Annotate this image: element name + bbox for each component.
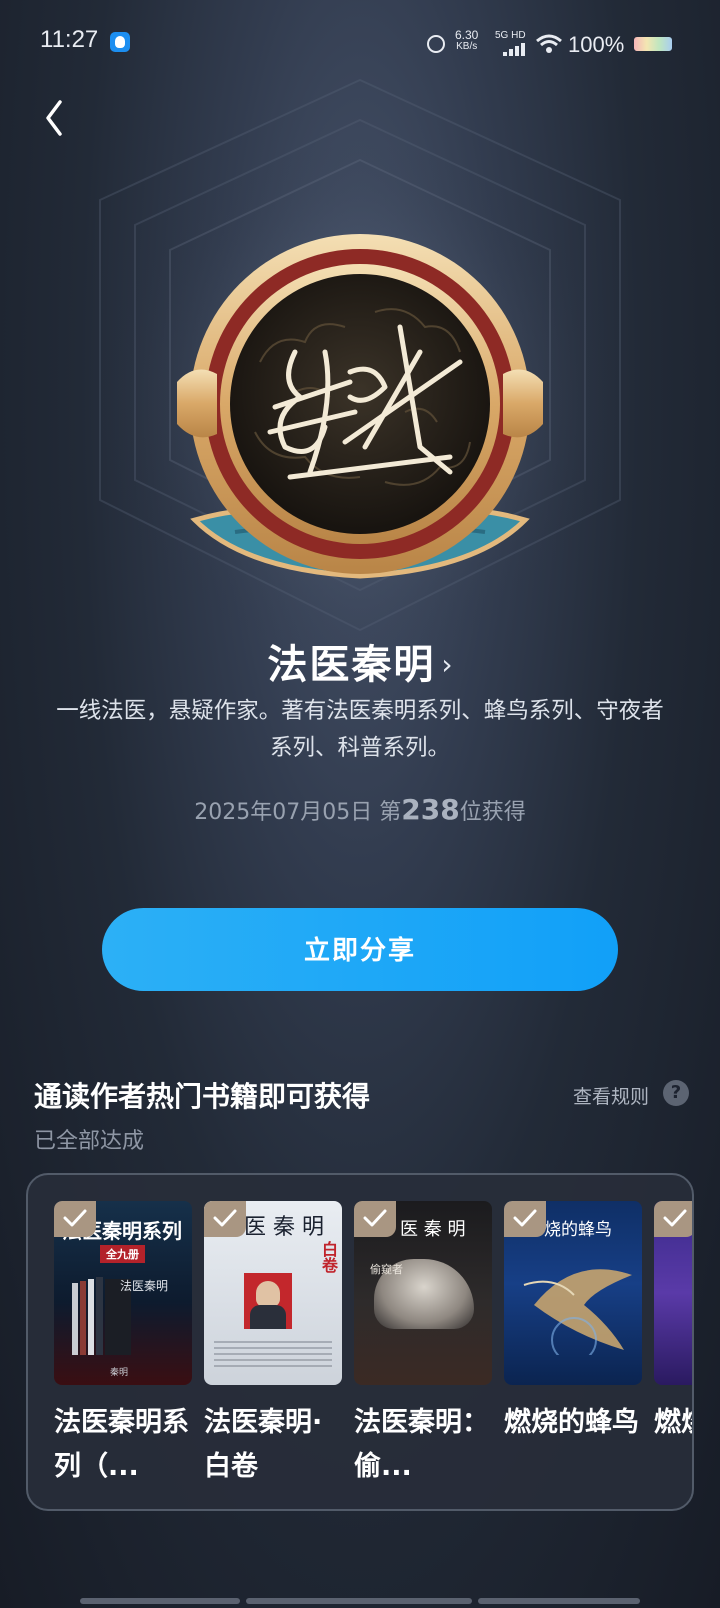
- progress-status: 已全部达成: [34, 1129, 145, 1154]
- book-cover: 烧的蜂鸟: [504, 1201, 642, 1385]
- cover-title: 烧的蜂鸟: [544, 1220, 612, 1240]
- book-title: 燃烧的蜂鸟: [654, 1407, 692, 1438]
- battery-icon: [634, 37, 672, 51]
- book-title: 法医秦明·白卷: [204, 1407, 323, 1482]
- book-card[interactable]: 医 秦 明 偷窥者 法医秦明：偷...: [354, 1201, 492, 1489]
- completed-check-badge: [204, 1201, 246, 1237]
- net-speed-unit: KB/s: [456, 41, 478, 52]
- author-description: 一线法医，悬疑作家。著有法医秦明系列、蜂鸟系列、守夜者系列、科普系列。: [56, 698, 664, 761]
- cover-title: 医 秦 明: [244, 1215, 324, 1240]
- rank-number: 238: [401, 793, 460, 826]
- book-title: 燃烧的蜂鸟: [504, 1407, 639, 1438]
- share-button[interactable]: 立即分享: [102, 908, 618, 991]
- book-title: 法医秦明系列（...: [54, 1407, 189, 1482]
- help-icon[interactable]: ?: [663, 1080, 689, 1106]
- book-card[interactable]: 法医秦明系列 全九册 法医秦明 秦明 法医秦明系列（...: [54, 1201, 192, 1489]
- network-speed: 6.30 KB/s: [455, 29, 478, 53]
- rank-prefix: 第: [379, 800, 402, 825]
- author-name-row[interactable]: 法医秦明 ›: [0, 632, 720, 690]
- cover-subtitle: 偷窥者: [370, 1263, 403, 1276]
- portrait-photo: [244, 1273, 292, 1329]
- book-cover: 医 秦 明 白卷: [204, 1201, 342, 1385]
- author-badge: [177, 234, 543, 579]
- completed-check-badge: [354, 1201, 396, 1237]
- signal-type-label: 5G HD: [495, 30, 526, 41]
- completed-check-badge: [654, 1201, 692, 1237]
- section-title: 通读作者热门书籍即可获得: [34, 1080, 371, 1113]
- home-indicator: [246, 1598, 472, 1604]
- check-icon: [363, 1209, 387, 1227]
- book-title: 法医秦明：偷...: [354, 1407, 489, 1482]
- completed-check-badge: [504, 1201, 546, 1237]
- book-card[interactable]: 燃烧的蜂鸟: [654, 1201, 692, 1489]
- check-icon: [213, 1209, 237, 1227]
- book-card[interactable]: 烧的蜂鸟 燃烧的蜂鸟: [504, 1201, 642, 1489]
- cover-subtitle: 白卷: [319, 1241, 338, 1273]
- net-speed-value: 6.30: [455, 28, 479, 42]
- check-icon: [63, 1209, 87, 1227]
- cellular-signal-icon: [503, 42, 529, 56]
- book-cover: [654, 1201, 692, 1385]
- check-icon: [663, 1209, 687, 1227]
- earned-date: 2025年07月05日: [194, 800, 373, 825]
- hummingbird-illustration: [523, 1269, 632, 1355]
- cover-author: 秦明: [110, 1368, 129, 1378]
- completed-check-badge: [54, 1201, 96, 1237]
- qq-notification-icon: [110, 32, 130, 52]
- status-time: 11:27: [40, 26, 99, 53]
- book-cover: 医 秦 明 偷窥者: [354, 1201, 492, 1385]
- battery-percentage: 100%: [568, 32, 625, 57]
- home-indicator: [80, 1598, 240, 1604]
- cover-fine-print: [214, 1341, 332, 1371]
- book-cover: 法医秦明系列 全九册 法医秦明 秦明: [54, 1201, 192, 1385]
- cover-brand: 法医秦明: [120, 1279, 169, 1293]
- book-card[interactable]: 医 秦 明 白卷 法医秦明·白卷: [204, 1201, 342, 1489]
- cover-title: 医 秦 明: [400, 1219, 466, 1240]
- wifi-icon: [536, 34, 562, 53]
- books-panel: 法医秦明系列 全九册 法医秦明 秦明 法医秦明系列（... 医 秦 明 白卷 法…: [26, 1173, 694, 1511]
- rank-suffix: 位获得: [459, 800, 526, 825]
- author-name: 法医秦明: [267, 642, 436, 688]
- alarm-icon: [427, 35, 445, 53]
- home-indicator: [478, 1598, 640, 1604]
- chevron-right-icon: ›: [441, 648, 453, 681]
- cover-subtitle: 全九册: [100, 1245, 145, 1263]
- view-rules-link[interactable]: 查看规则: [573, 1082, 649, 1109]
- check-icon: [513, 1209, 537, 1227]
- earned-info: 2025年07月05日 第238位获得: [0, 793, 720, 826]
